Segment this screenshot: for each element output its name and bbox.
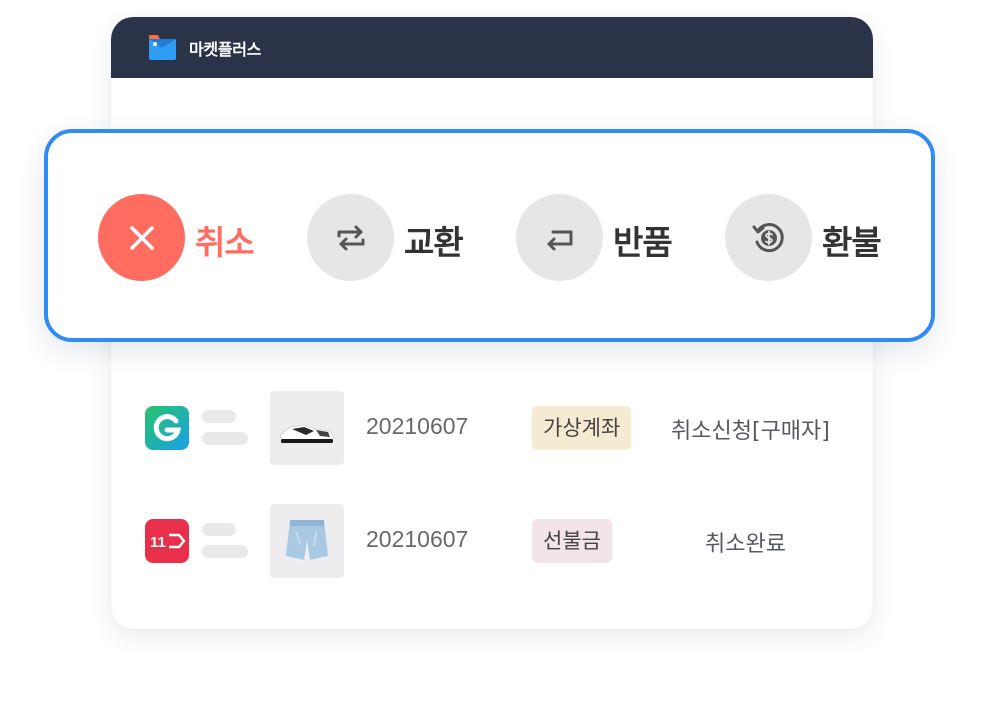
return-label: 반품 (613, 223, 673, 262)
order-row[interactable]: 11 20210607 선불금 취소완료 (111, 504, 873, 580)
name-placeholder (202, 410, 236, 423)
name-placeholder (202, 432, 248, 445)
cancel-circle (98, 194, 185, 281)
payment-badge: 선불금 (532, 519, 612, 563)
sneaker-thumbnail (270, 391, 344, 465)
cancel-label: 취소 (195, 223, 255, 262)
gmarket-g-icon (145, 406, 189, 450)
name-placeholder (202, 523, 236, 536)
order-status: 취소신청[구매자] (671, 419, 830, 444)
title-bar: 마켓플러스 (111, 17, 873, 78)
marketplus-logo-icon (149, 35, 176, 60)
11st-icon-text: 11 (150, 534, 166, 551)
denim-shorts-thumbnail (270, 504, 344, 578)
order-status: 취소완료 (705, 532, 786, 557)
exchange-label: 교환 (404, 223, 464, 262)
exchange-arrows-icon (337, 225, 364, 250)
name-placeholder (202, 545, 248, 558)
11st-icon: 11 (145, 519, 189, 563)
return-arrow-icon (547, 230, 572, 250)
claim-type-panel: 취소 교환 반품 환불 (44, 129, 935, 342)
close-icon (129, 225, 154, 250)
app-title: 마켓플러스 (189, 40, 262, 59)
order-row[interactable]: 20210607 가상계좌 취소신청[구매자] (111, 391, 873, 467)
refund-coin-icon (752, 222, 784, 252)
exchange-circle (307, 194, 394, 281)
order-date: 20210607 (366, 526, 469, 552)
refund-label: 환불 (822, 223, 882, 262)
return-circle (516, 194, 603, 281)
payment-badge: 가상계좌 (532, 406, 632, 450)
refund-circle (725, 194, 812, 281)
order-date: 20210607 (366, 413, 469, 439)
